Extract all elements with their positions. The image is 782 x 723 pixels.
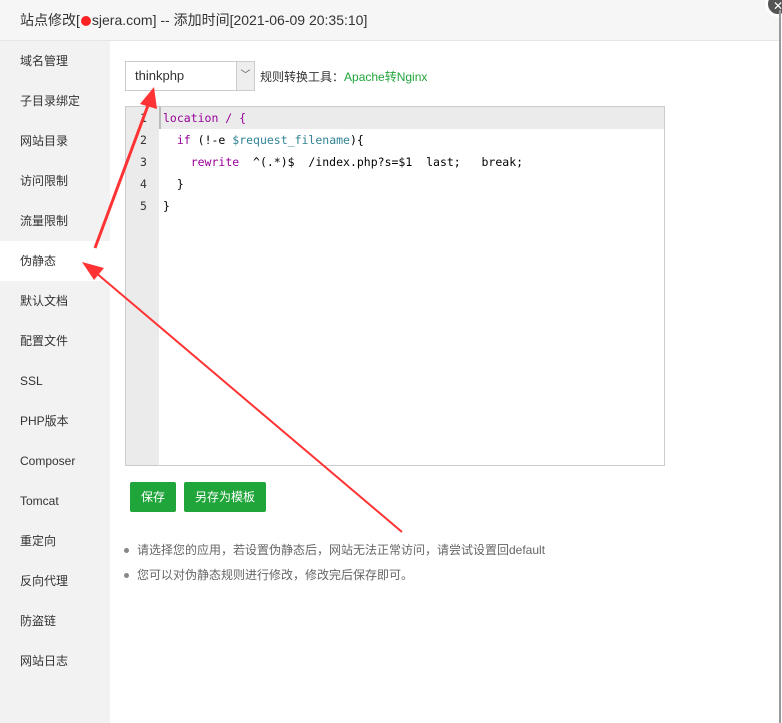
code-line: location / { (159, 107, 664, 129)
code-line: } (159, 195, 664, 217)
apache-to-nginx-link[interactable]: Apache转Nginx (344, 70, 427, 84)
save-button[interactable]: 保存 (130, 482, 177, 512)
code-keyword: rewrite (190, 155, 240, 169)
main-panel: thinkphp ﹀ 规则转换工具：Apache转Nginx 1 2 3 4 5 loca… (110, 41, 779, 723)
sidebar-item[interactable]: 访问限制 (0, 161, 110, 201)
code-line: if (!-e $request_filename){ (159, 129, 664, 151)
code-text: } (163, 177, 184, 191)
sidebar-item[interactable]: 流量限制 (0, 201, 110, 241)
redaction-mark (80, 16, 91, 27)
line-number: 2 (140, 133, 147, 147)
sidebar-item[interactable]: 重定向 (0, 521, 110, 561)
sidebar-item[interactable]: 网站日志 (0, 641, 110, 681)
code-editor[interactable]: 1 2 3 4 5 location / { if (!-e $request_file… (125, 106, 665, 466)
code-text: (!-e (190, 133, 233, 147)
sidebar-item[interactable]: Tomcat (0, 481, 110, 521)
select-value: thinkphp (135, 68, 185, 83)
sidebar: 域名管理 子目录绑定 网站目录 访问限制 流量限制 伪静态 默认文档 配置文件 SSL PHP版本… (0, 41, 110, 723)
scrollbar[interactable] (779, 10, 781, 723)
code-text: } (163, 199, 170, 213)
sidebar-item[interactable]: 配置文件 (0, 321, 110, 361)
title-suffix: sjera.com] -- 添加时间[2021-06-09 20:35:10] (91, 12, 368, 28)
code-line: rewrite ^(.*)$ /index.php?s=$1 last; bre… (159, 151, 664, 173)
save-as-template-button[interactable]: 另存为模板 (184, 482, 267, 512)
line-number: 3 (140, 155, 147, 169)
sidebar-item[interactable]: SSL (0, 361, 110, 401)
sidebar-item[interactable]: 子目录绑定 (0, 81, 110, 121)
tip-item: 请选择您的应用，若设置伪静态后，网站无法正常访问，请尝试设置回default (124, 539, 545, 564)
title-prefix: 站点修改[ (20, 12, 80, 28)
sidebar-item[interactable]: 域名管理 (0, 41, 110, 81)
line-number: 1 (140, 111, 147, 125)
sidebar-item[interactable]: PHP版本 (0, 401, 110, 441)
code-text: ){ (349, 133, 364, 147)
tips-list: 请选择您的应用，若设置伪静态后，网站无法正常访问，请尝试设置回default 您… (124, 539, 545, 589)
code-line: } (159, 173, 664, 195)
dialog-title: 站点修改[ sjera.com] -- 添加时间[2021-06-09 20:35… (0, 0, 780, 41)
sidebar-item[interactable]: 伪静态 (0, 241, 110, 281)
code-variable: $request_filename (232, 133, 350, 147)
tip-item: 您可以对伪静态规则进行修改，修改完后保存即可。 (124, 564, 545, 589)
sidebar-item[interactable]: 网站目录 (0, 121, 110, 161)
app-select[interactable]: thinkphp ﹀ (125, 61, 255, 91)
tool-label: 规则转换工具： (260, 70, 345, 84)
code-keyword: if (176, 133, 191, 147)
line-number: 5 (140, 199, 147, 213)
sidebar-item[interactable]: 默认文档 (0, 281, 110, 321)
line-gutter: 1 2 3 4 5 (126, 107, 159, 465)
chevron-down-icon[interactable]: ﹀ (236, 62, 254, 90)
code-text: ^(.*)$ /index.php?s=$1 last; break; (239, 155, 524, 169)
rule-convert-tool: 规则转换工具：Apache转Nginx (260, 68, 427, 85)
line-number: 4 (140, 177, 147, 191)
sidebar-item[interactable]: 防盗链 (0, 601, 110, 641)
code-content[interactable]: location / { if (!-e $request_filename){… (159, 107, 664, 217)
sidebar-item[interactable]: 反向代理 (0, 561, 110, 601)
code-text: location / { (163, 111, 247, 125)
sidebar-item[interactable]: Composer (0, 441, 110, 481)
